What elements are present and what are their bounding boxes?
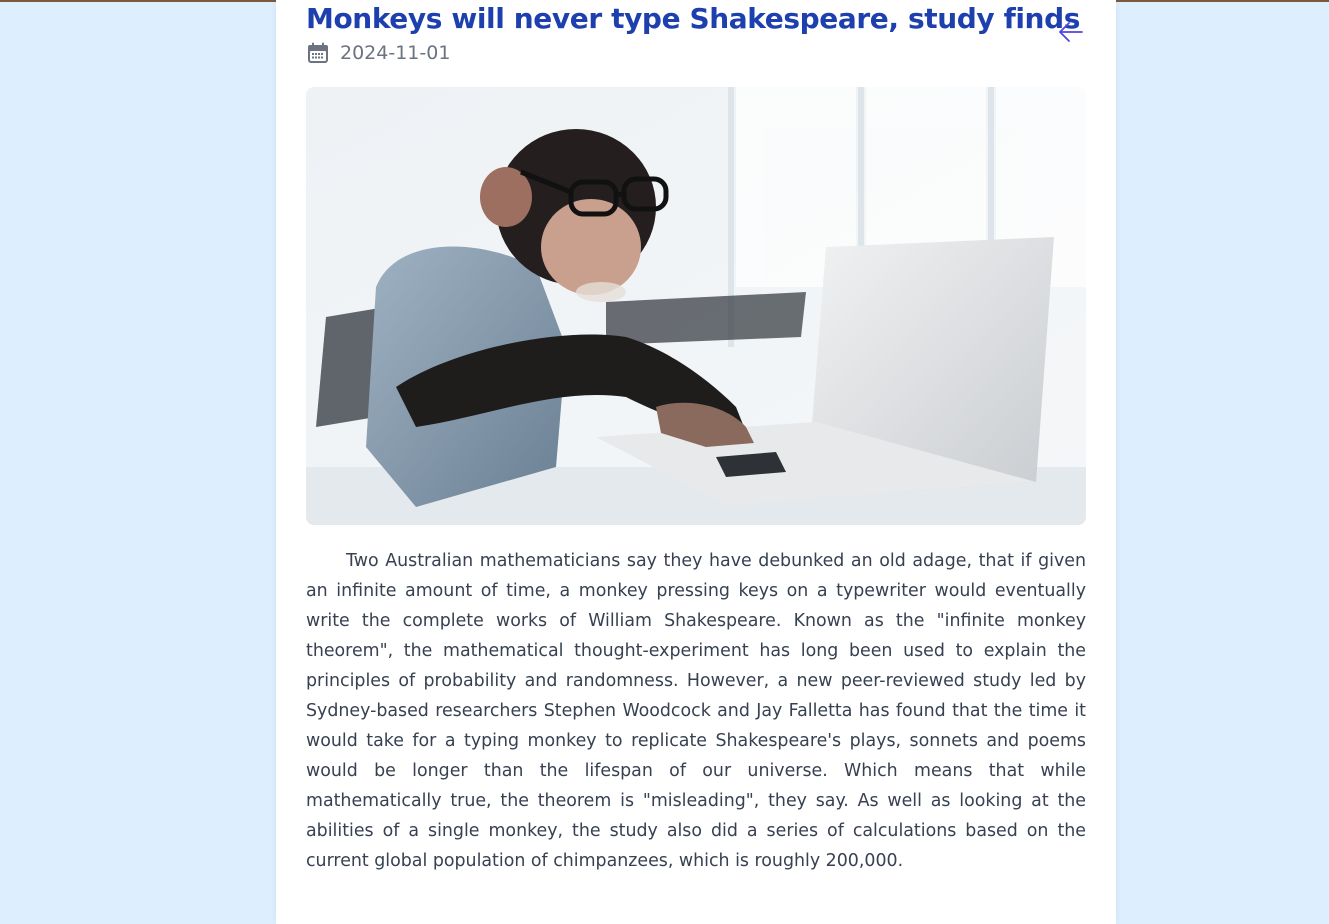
article-title: Monkeys will never type Shakespeare, stu… [306, 2, 1080, 35]
article-body: Two Australian mathematicians say they h… [306, 551, 1086, 871]
article-hero-image [306, 87, 1086, 525]
article-card: Monkeys will never type Shakespeare, stu… [276, 0, 1116, 924]
calendar-icon [308, 42, 328, 63]
chimpanzee-laptop-illustration [306, 87, 1086, 525]
arrow-left-icon [1059, 22, 1083, 42]
article-meta: 2024-11-01 [306, 40, 450, 66]
article-date: 2024-11-01 [340, 42, 451, 64]
back-button[interactable] [1056, 18, 1086, 48]
